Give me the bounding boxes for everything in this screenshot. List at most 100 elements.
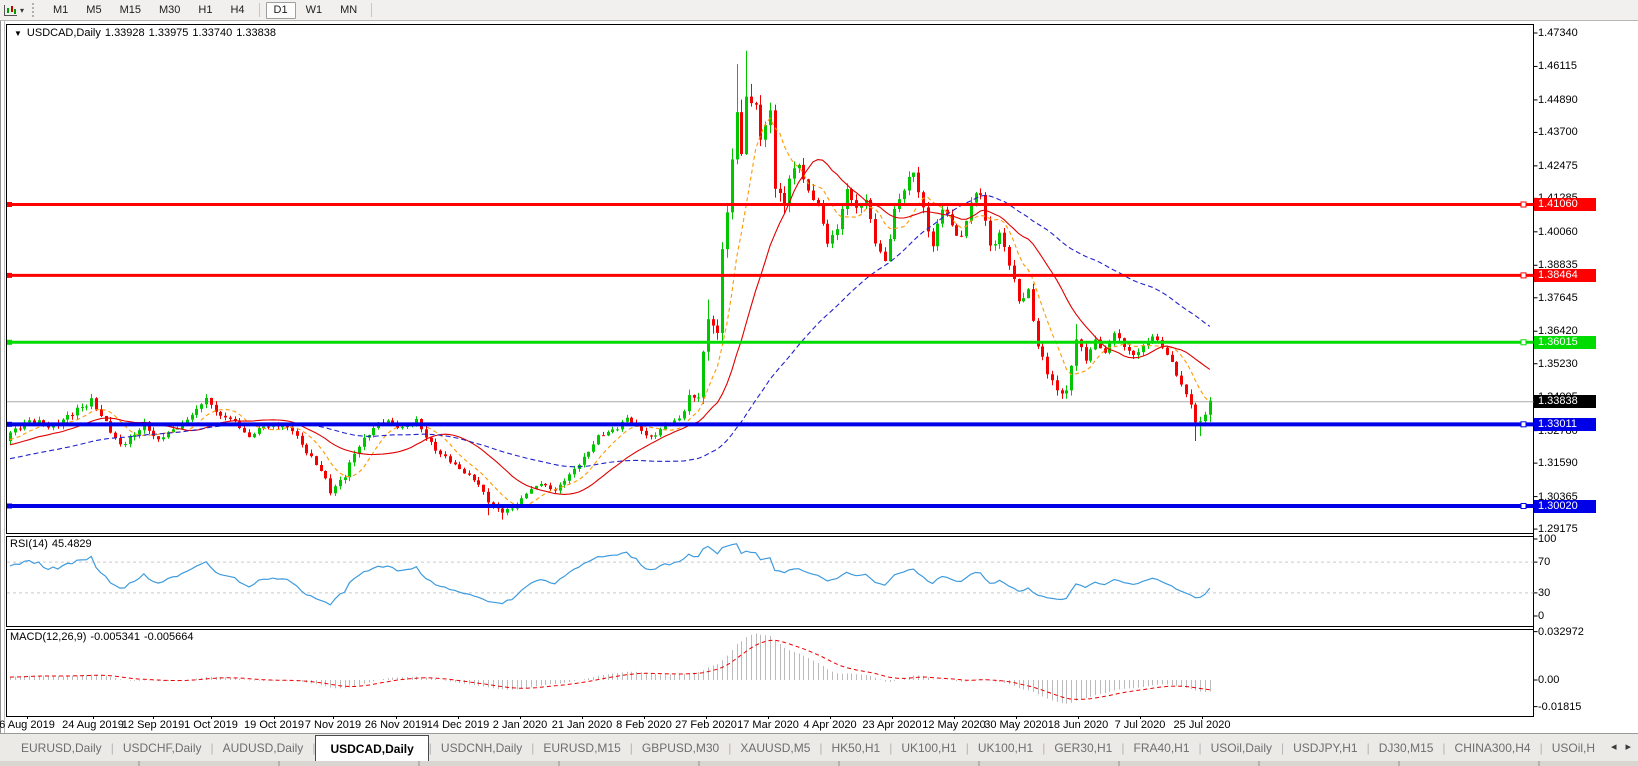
hline-right-anchor	[1521, 202, 1526, 207]
macd-tick-label: -0.01815	[1538, 701, 1581, 713]
hline-right-anchor	[1521, 504, 1526, 509]
rsi-tick-label: 70	[1538, 556, 1550, 568]
date-tick-label: 25 Jul 2020	[1174, 719, 1231, 731]
tab-scroll-left-icon[interactable]: ◂	[1611, 739, 1617, 755]
chart-tab-audusd-daily[interactable]: AUDUSD,Daily	[214, 734, 313, 761]
horizontal-lines-layer[interactable]	[7, 202, 1534, 509]
hline-price-tag: 1.30020	[1534, 500, 1596, 513]
price-tick-label: 1.37645	[1538, 292, 1578, 304]
hline-left-anchor	[7, 340, 12, 345]
price-tick-label: 1.47340	[1538, 27, 1578, 39]
moving-average-20[interactable]	[10, 160, 1210, 495]
macd-main-value: -0.005341	[90, 631, 140, 643]
chart-tab-dj30-m15[interactable]: DJ30,M15	[1370, 734, 1443, 761]
rsi-tick-label: 0	[1538, 610, 1544, 622]
price-tick-label: 1.31590	[1538, 457, 1578, 469]
date-tick-label: 7 Nov 2019	[305, 719, 361, 731]
macd-tick-label: 0.00	[1538, 674, 1559, 686]
bid-price-tag: 1.33838	[1534, 395, 1596, 408]
date-tick-label: 30 May 2020	[984, 719, 1048, 731]
rsi-panel-border	[7, 537, 1534, 627]
price-tick-label: 1.44890	[1538, 94, 1578, 106]
date-tick-label: 14 Dec 2019	[427, 719, 489, 731]
hline-left-anchor	[7, 202, 12, 207]
candles-layer[interactable]	[9, 51, 1212, 520]
chart-tab-ger30-h1[interactable]: GER30,H1	[1045, 734, 1121, 761]
window-bottom-strip	[0, 761, 1638, 766]
rsi-line[interactable]	[10, 544, 1210, 605]
mt4-terminal-window: ▾ M1M5M15M30H1H4D1W1MN ▼USDCAD,Daily1.33…	[0, 0, 1638, 766]
price-tick-label: 1.40060	[1538, 226, 1578, 238]
rsi-tick-label: 30	[1538, 587, 1550, 599]
macd-header: MACD(12,26,9) -0.005341 -0.005664	[10, 631, 198, 643]
macd-signal-line	[10, 640, 1210, 699]
chart-canvas[interactable]	[0, 0, 1638, 766]
chart-tab-usoil-daily[interactable]: USOil,Daily	[1202, 734, 1281, 761]
chart-tabs-bar: EURUSD,Daily|USDCHF,Daily|AUDUSD,Daily|U…	[0, 733, 1638, 761]
low-value: 1.33740	[192, 27, 232, 39]
chart-tab-usdcnh-daily[interactable]: USDCNH,Daily	[432, 734, 531, 761]
chart-tab-hk50-h1[interactable]: HK50,H1	[823, 734, 890, 761]
date-tick-label: 12 May 2020	[922, 719, 986, 731]
chart-tab-usdjpy-h1[interactable]: USDJPY,H1	[1284, 734, 1366, 761]
open-value: 1.33928	[105, 27, 145, 39]
date-tick-label: 18 Jun 2020	[1048, 719, 1109, 731]
price-tick-label: 1.43700	[1538, 126, 1578, 138]
date-tick-label: 12 Sep 2019	[122, 719, 184, 731]
collapse-triangle-icon[interactable]: ▼	[14, 29, 22, 38]
moving-average-8[interactable]	[10, 118, 1210, 506]
hline-price-tag: 1.38464	[1534, 269, 1596, 282]
date-tick-label: 19 Oct 2019	[244, 719, 304, 731]
date-tick-label: 7 Jul 2020	[1115, 719, 1166, 731]
close-value: 1.33838	[236, 27, 276, 39]
symbol-label: USDCAD,Daily	[27, 27, 101, 39]
price-tick-label: 1.35230	[1538, 358, 1578, 370]
hline-price-tag: 1.36015	[1534, 336, 1596, 349]
chart-tab-gbpusd-m30[interactable]: GBPUSD,M30	[633, 734, 728, 761]
chart-tab-china300-h4[interactable]: CHINA300,H4	[1446, 734, 1540, 761]
price-tick-label: 1.42475	[1538, 160, 1578, 172]
chart-tab-fra40-h1[interactable]: FRA40,H1	[1124, 734, 1198, 761]
tab-scroll-right-icon[interactable]: ▸	[1625, 739, 1631, 755]
rsi-header: RSI(14) 45.4829	[10, 538, 96, 550]
ohlc-header: ▼ USDCAD,Daily 1.33928 1.339751.33740 1.3383…	[14, 27, 280, 39]
price-tick-label: 1.46115	[1538, 60, 1577, 72]
hline-right-anchor	[1521, 340, 1526, 345]
rsi-value: 45.4829	[52, 538, 92, 550]
date-tick-label: 1 Oct 2019	[184, 719, 238, 731]
date-tick-label: 17 Mar 2020	[737, 719, 799, 731]
hline-price-tag: 1.41060	[1534, 198, 1596, 211]
macd-tick-label: 0.032972	[1538, 626, 1584, 638]
price-panel-border	[7, 25, 1534, 534]
date-tick-label: 6 Aug 2019	[0, 719, 55, 731]
rsi-tick-label: 100	[1538, 533, 1556, 545]
macd-layer[interactable]	[10, 634, 1211, 704]
hline-right-anchor	[1521, 273, 1526, 278]
date-tick-label: 24 Aug 2019	[62, 719, 124, 731]
high-value: 1.33975	[149, 27, 189, 39]
macd-name: MACD(12,26,9)	[10, 631, 86, 643]
hline-left-anchor	[7, 273, 12, 278]
hline-left-anchor	[7, 422, 12, 427]
date-tick-label: 4 Apr 2020	[803, 719, 856, 731]
chart-tab-uk100-h1[interactable]: UK100,H1	[969, 734, 1042, 761]
chart-tab-uk100-h1[interactable]: UK100,H1	[892, 734, 965, 761]
date-tick-label: 2 Jan 2020	[493, 719, 547, 731]
chart-tab-eurusd-m15[interactable]: EURUSD,M15	[534, 734, 629, 761]
chart-tab-usdcad-daily[interactable]: USDCAD,Daily	[315, 735, 428, 761]
date-tick-label: 23 Apr 2020	[862, 719, 921, 731]
date-tick-label: 8 Feb 2020	[616, 719, 672, 731]
date-tick-label: 26 Nov 2019	[365, 719, 427, 731]
date-tick-label: 27 Feb 2020	[675, 719, 737, 731]
chart-tab-usoil-h[interactable]: USOil,H	[1543, 734, 1604, 761]
hline-price-tag: 1.33011	[1534, 418, 1596, 431]
hline-left-anchor	[7, 504, 12, 509]
date-tick-label: 21 Jan 2020	[552, 719, 613, 731]
macd-signal-value: -0.005664	[144, 631, 194, 643]
chart-tab-eurusd-daily[interactable]: EURUSD,Daily	[12, 734, 111, 761]
rsi-name: RSI(14)	[10, 538, 48, 550]
chart-tab-xauusd-m5[interactable]: XAUUSD,M5	[731, 734, 819, 761]
tab-scroll-arrows: ◂ ▸	[1608, 739, 1634, 755]
chart-tab-usdchf-daily[interactable]: USDCHF,Daily	[114, 734, 211, 761]
hline-right-anchor	[1521, 422, 1526, 427]
